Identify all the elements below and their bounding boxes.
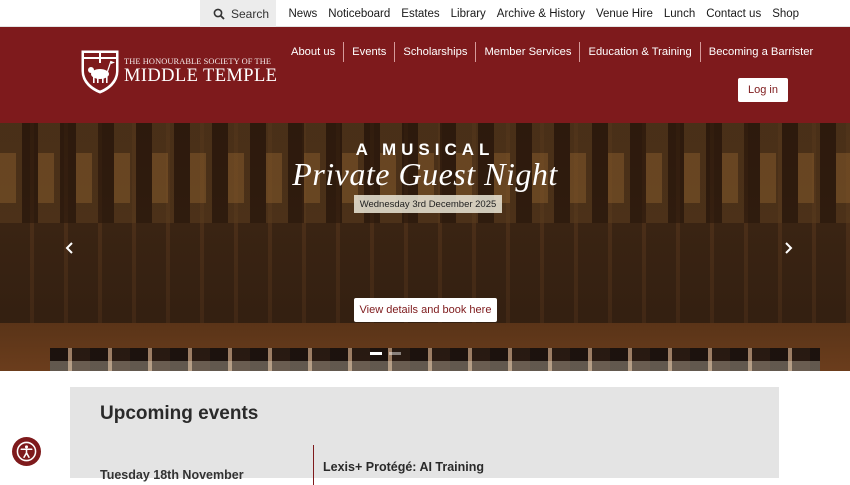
accessibility-button[interactable] [12,437,41,466]
utility-bar: Search News Noticeboard Estates Library … [0,0,850,27]
hero-title-line2: Private Guest Night [292,156,558,192]
search-button[interactable]: Search [200,0,276,27]
utility-link-venue-hire[interactable]: Venue Hire [590,8,658,20]
chevron-right-icon[interactable] [780,240,796,256]
main-nav: About us Events Scholarships Member Serv… [283,42,821,62]
nav-becoming-a-barrister[interactable]: Becoming a Barrister [699,42,821,62]
nav-scholarships[interactable]: Scholarships [394,42,475,62]
event-divider [313,445,314,485]
carousel-dot-1[interactable] [370,352,382,355]
events-heading: Upcoming events [100,403,259,424]
utility-nav: News Noticeboard Estates Library Archive… [283,0,805,27]
hero-book-button[interactable]: View details and book here [354,298,497,322]
utility-link-lunch[interactable]: Lunch [658,8,700,20]
utility-link-shop[interactable]: Shop [767,8,805,20]
utility-link-estates[interactable]: Estates [396,8,445,20]
utility-link-contact-us[interactable]: Contact us [701,8,767,20]
hero-banner: A MUSICAL Private Guest Night Wednesday … [0,123,850,371]
site-logo[interactable]: THE HONOURABLE SOCIETY OF THE MIDDLE TEM… [80,49,277,95]
lamb-crest-icon [81,50,119,94]
event-title-link[interactable]: Lexis+ Protégé: AI Training [323,460,484,474]
utility-link-news[interactable]: News [283,8,323,20]
accessibility-icon [16,441,37,462]
site-header: THE HONOURABLE SOCIETY OF THE MIDDLE TEM… [0,27,850,123]
utility-link-archive-history[interactable]: Archive & History [491,8,590,20]
chevron-left-icon[interactable] [62,240,78,256]
login-button[interactable]: Log in [738,78,788,102]
hero-date-badge: Wednesday 3rd December 2025 [354,195,502,213]
carousel-indicators [370,352,401,355]
nav-education-training[interactable]: Education & Training [579,42,699,62]
nav-member-services[interactable]: Member Services [475,42,579,62]
logo-title: MIDDLE TEMPLE [124,66,278,87]
event-date: Tuesday 18th November [100,468,244,482]
hero-photo-table [50,361,820,371]
upcoming-events: Upcoming events Tuesday 18th November Le… [70,387,779,485]
nav-about-us[interactable]: About us [283,42,343,62]
utility-link-noticeboard[interactable]: Noticeboard [323,8,396,20]
utility-link-library[interactable]: Library [445,8,491,20]
carousel-dot-2[interactable] [389,352,401,355]
search-label: Search [231,6,270,21]
search-icon [213,8,225,20]
logo-subtitle: THE HONOURABLE SOCIETY OF THE [124,57,272,67]
nav-events[interactable]: Events [343,42,394,62]
